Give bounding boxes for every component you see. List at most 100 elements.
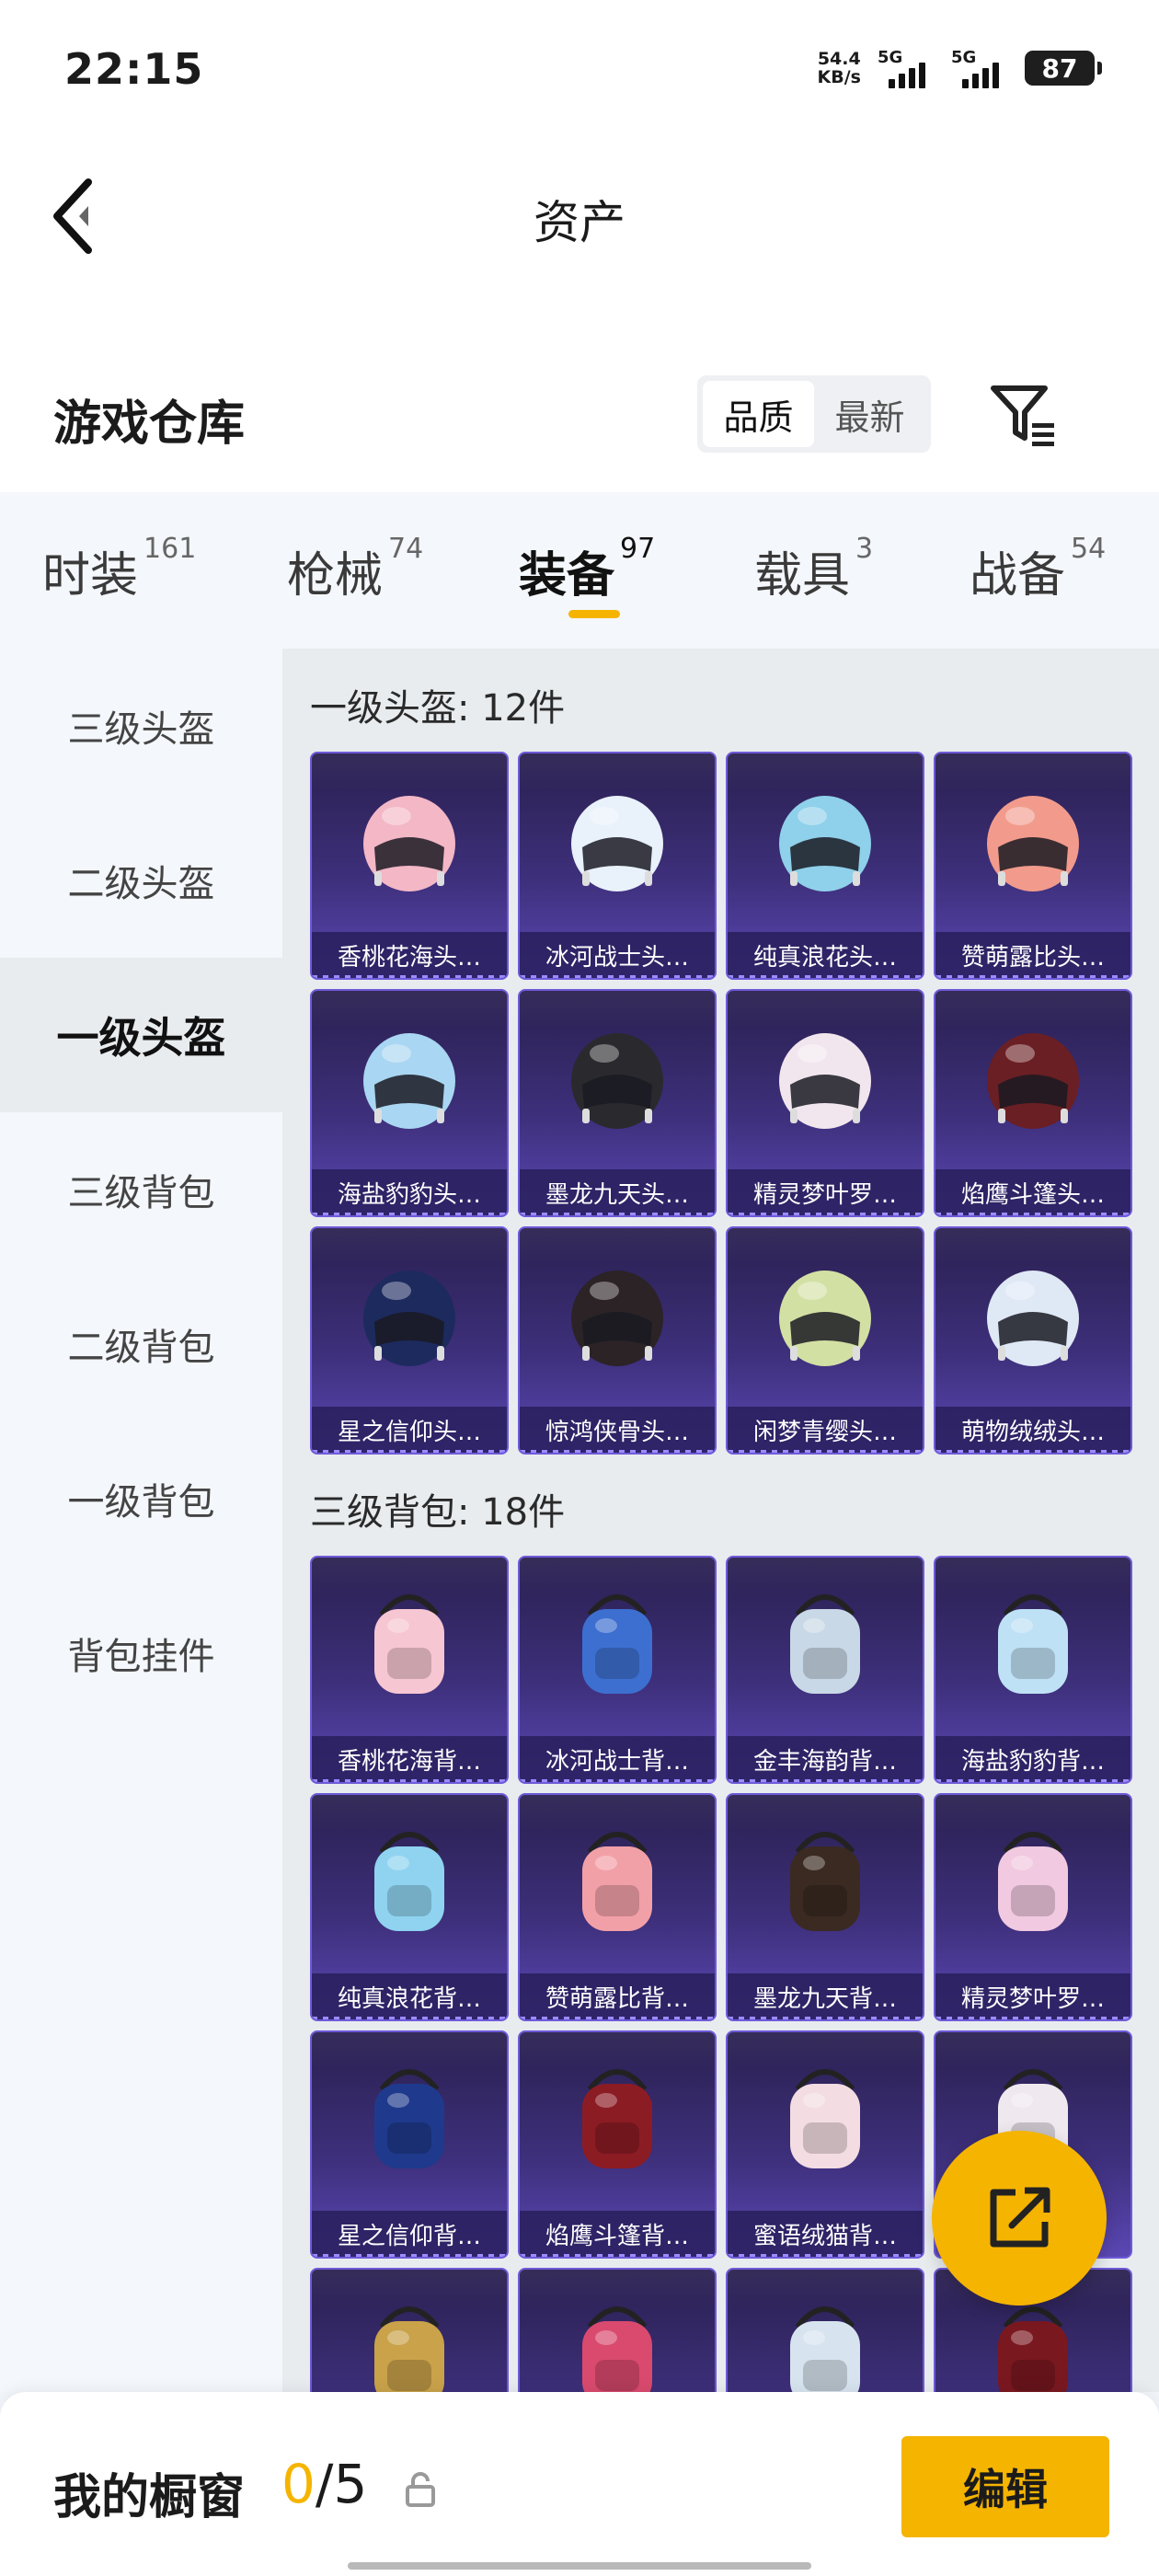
item-name: 焰鹰斗篷背… (520, 2211, 715, 2257)
tab-fashion[interactable]: 时装 161 (42, 533, 197, 605)
share-icon (990, 2187, 1050, 2248)
item-grid: 香桃花海头… 冰河战士头… 纯真浪花头… 赞萌露比头… 海盐豹豹头… 墨龙九天头… 精灵梦叶… (310, 752, 1132, 1455)
helmet-icon (363, 796, 455, 891)
edit-button[interactable]: 编辑 (901, 2436, 1109, 2537)
tab-label: 战备 (970, 548, 1066, 604)
item-card[interactable]: 赞萌露比背… (518, 1793, 717, 2021)
backpack-icon (374, 2306, 444, 2392)
item-card[interactable]: 香桃花海背… (310, 1556, 509, 1784)
helmet-icon (779, 796, 871, 891)
backpack-icon (582, 2069, 652, 2168)
lock-icon (406, 2472, 435, 2507)
item-card[interactable]: 闲梦青缨头… (726, 1226, 924, 1455)
sort-toggle: 品质 最新 (697, 375, 931, 453)
helmet-icon (571, 796, 663, 891)
sidebar-item-lv1-helmet[interactable]: 一级头盔 (0, 958, 282, 1112)
item-card[interactable] (726, 2268, 924, 2392)
item-card[interactable]: 香桃花海头… (310, 752, 509, 980)
item-name: 赞萌露比背… (520, 1973, 715, 2019)
item-name: 焰鹰斗篷头… (935, 1169, 1130, 1215)
item-card[interactable]: 惊鸿侠骨头… (518, 1226, 717, 1455)
item-card[interactable]: 冰河战士背… (518, 1556, 717, 1784)
share-button[interactable] (932, 2131, 1107, 2306)
sort-latest-button[interactable]: 最新 (814, 381, 925, 447)
item-card[interactable]: 海盐豹豹头… (310, 989, 509, 1217)
item-name: 精灵梦叶罗… (935, 1973, 1130, 2019)
section-title: 游戏仓库 (53, 397, 246, 452)
sort-quality-button[interactable]: 品质 (703, 381, 814, 447)
sidebar-item-lv3-helmet[interactable]: 三级头盔 (0, 649, 282, 803)
item-name: 海盐豹豹背… (935, 1736, 1130, 1782)
item-name: 墨龙九天头… (520, 1169, 715, 1215)
item-card[interactable]: 赞萌露比头… (934, 752, 1132, 980)
item-name: 纯真浪花头… (728, 932, 923, 978)
showcase-label: 我的橱窗 (53, 2470, 246, 2525)
tab-guns[interactable]: 枪械 74 (287, 533, 424, 605)
item-name: 星之信仰背… (312, 2211, 507, 2257)
status-bar: 22:15 54.4 KB/s 5G 5G 87 (0, 0, 1159, 138)
backpack-icon (582, 1832, 652, 1931)
item-name: 精灵梦叶罗… (728, 1169, 923, 1215)
item-card[interactable]: 蜜语绒猫背… (726, 2030, 924, 2259)
backpack-icon (790, 1832, 860, 1931)
item-card[interactable]: 精灵梦叶罗… (726, 989, 924, 1217)
tab-equipment[interactable]: 装备 97 (519, 533, 656, 605)
helmet-icon (987, 1271, 1079, 1366)
tab-count: 161 (143, 533, 197, 565)
tab-supplies[interactable]: 战备 54 (970, 533, 1106, 605)
helmet-icon (779, 1271, 871, 1366)
item-name: 香桃花海背… (312, 1736, 507, 1782)
filter-icon (991, 385, 1054, 446)
backpack-icon (998, 1594, 1068, 1694)
item-card[interactable]: 海盐豹豹背… (934, 1556, 1132, 1784)
item-card[interactable]: 焰鹰斗篷背… (518, 2030, 717, 2259)
backpack-icon (374, 2069, 444, 2168)
filter-button[interactable] (988, 381, 1058, 447)
battery-icon: 87 (1025, 51, 1102, 86)
sidebar-item-lv3-backpack[interactable]: 三级背包 (0, 1112, 282, 1267)
sidebar-item-backpack-charm[interactable]: 背包挂件 (0, 1576, 282, 1731)
item-name: 闲梦青缨头… (728, 1407, 923, 1453)
sidebar-item-lv1-backpack[interactable]: 一级背包 (0, 1421, 282, 1576)
sidebar-item-lv2-backpack[interactable]: 二级背包 (0, 1267, 282, 1421)
network-speed: 54.4 KB/s (818, 50, 861, 86)
item-name: 金丰海韵背… (728, 1736, 923, 1782)
tab-label: 装备 (519, 548, 615, 604)
showcase-separator: / (315, 2453, 334, 2515)
sidebar-item-lv2-helmet[interactable]: 二级头盔 (0, 803, 282, 958)
item-card[interactable]: 墨龙九天头… (518, 989, 717, 1217)
item-name: 香桃花海头… (312, 932, 507, 978)
backpack-icon (790, 2306, 860, 2392)
showcase-current: 0 (281, 2453, 316, 2515)
tab-label: 载具 (754, 548, 851, 604)
item-card[interactable]: 纯真浪花头… (726, 752, 924, 980)
group-title: 三级背包: 18件 (310, 1491, 566, 1534)
battery-level: 87 (1041, 52, 1078, 84)
item-card[interactable]: 焰鹰斗篷头… (934, 989, 1132, 1217)
item-name: 惊鸿侠骨头… (520, 1407, 715, 1453)
item-card[interactable]: 精灵梦叶罗… (934, 1793, 1132, 2021)
category-tabs: 时装 161 枪械 74 装备 97 载具 3 战备 54 (0, 492, 1159, 649)
item-card[interactable]: 萌物绒绒头… (934, 1226, 1132, 1455)
item-card[interactable]: 墨龙九天背… (726, 1793, 924, 2021)
tab-label: 枪械 (287, 548, 384, 604)
backpack-icon (582, 2306, 652, 2392)
backpack-icon (374, 1832, 444, 1931)
item-card[interactable]: 冰河战士头… (518, 752, 717, 980)
item-card[interactable]: 金丰海韵背… (726, 1556, 924, 1784)
item-card[interactable] (518, 2268, 717, 2392)
item-card[interactable]: 纯真浪花背… (310, 1793, 509, 2021)
tab-count: 97 (620, 533, 656, 565)
item-card[interactable] (310, 2268, 509, 2392)
backpack-icon (998, 2306, 1068, 2392)
tab-count: 74 (388, 533, 424, 565)
item-card[interactable]: 星之信仰背… (310, 2030, 509, 2259)
tab-vehicles[interactable]: 载具 3 (754, 533, 873, 605)
item-name: 萌物绒绒头… (935, 1407, 1130, 1453)
home-indicator[interactable] (348, 2562, 811, 2570)
helmet-icon (987, 1033, 1079, 1129)
sidebar: 三级头盔 二级头盔 一级头盔 三级背包 二级背包 一级背包 背包挂件 (0, 649, 282, 2392)
item-card[interactable]: 星之信仰头… (310, 1226, 509, 1455)
helmet-icon (363, 1271, 455, 1366)
backpack-icon (790, 1594, 860, 1694)
